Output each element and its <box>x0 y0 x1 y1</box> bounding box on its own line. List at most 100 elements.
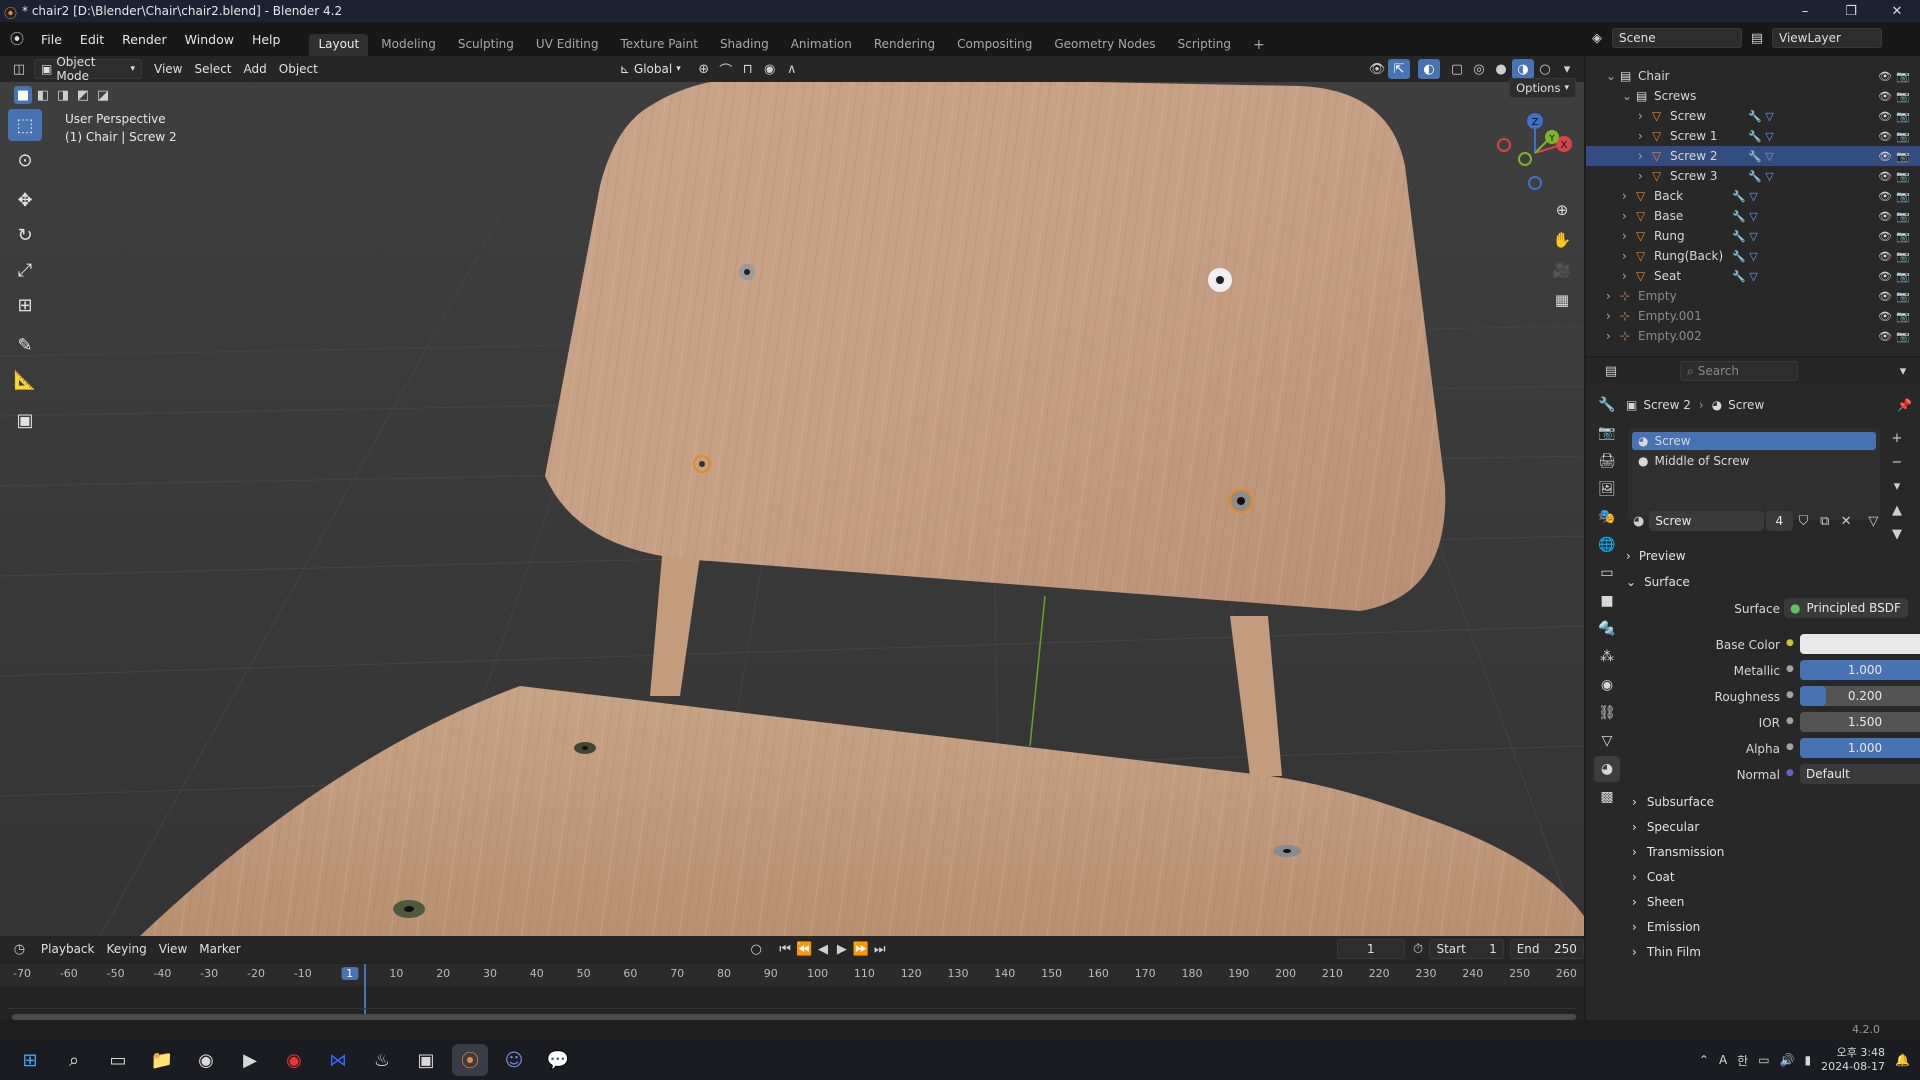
add-slot-icon[interactable]: + <box>1886 428 1908 448</box>
windows-start-icon[interactable]: ⊞ <box>12 1044 48 1076</box>
render-camera-icon[interactable]: 📷 <box>1896 210 1910 223</box>
tab-geometry-nodes[interactable]: Geometry Nodes <box>1045 34 1164 56</box>
render-camera-icon[interactable]: 📷 <box>1896 90 1910 103</box>
jump-start-icon[interactable]: ⏮ <box>776 939 795 959</box>
render-camera-icon[interactable]: 📷 <box>1896 290 1910 303</box>
app-icon[interactable]: ⋈ <box>320 1044 356 1076</box>
falloff-icon[interactable]: ∧ <box>781 59 803 79</box>
tab-modeling[interactable]: Modeling <box>372 34 445 56</box>
outliner-row-label[interactable]: Chair <box>1638 69 1670 83</box>
visibility-eye-icon[interactable]: 👁 <box>1878 190 1892 203</box>
render-tab-icon[interactable]: 📷 <box>1594 420 1620 446</box>
visibility-eye-icon[interactable]: 👁 <box>1878 270 1892 283</box>
duplicate-material-icon[interactable]: ⧉ <box>1814 511 1835 531</box>
maximize-button[interactable]: ❐ <box>1828 0 1874 22</box>
tab-texture-paint[interactable]: Texture Paint <box>612 34 707 56</box>
slot-menu-icon[interactable]: ▾ <box>1886 476 1908 496</box>
surface-shader-field[interactable]: ● Principled BSDF <box>1784 598 1908 618</box>
subpanel-sheen[interactable]: › Sheen <box>1632 890 1920 914</box>
outliner-row[interactable]: 🔧 ▽ › ▽ Screw 1 👁 📷 <box>1586 126 1920 146</box>
subpanel-subsurface[interactable]: › Subsurface <box>1632 790 1920 814</box>
modifier-icon[interactable]: 🔧 ▽ <box>1748 150 1774 163</box>
render-camera-icon[interactable]: 📷 <box>1896 310 1910 323</box>
subpanel-transmission[interactable]: › Transmission <box>1632 840 1920 864</box>
menu-window[interactable]: Window <box>176 32 243 47</box>
render-camera-icon[interactable]: 📷 <box>1896 150 1910 163</box>
material-slot-screw[interactable]: ◕ Screw <box>1632 432 1876 450</box>
blender-taskbar-icon[interactable]: ⦿ <box>452 1044 488 1076</box>
outliner-row[interactable]: 🔧 ▽ › ▽ Screw 2 👁 📷 <box>1586 146 1920 166</box>
volume-icon[interactable]: 🔊 <box>1780 1053 1795 1067</box>
play-reverse-icon[interactable]: ◀ <box>814 939 833 959</box>
visibility-eye-icon[interactable]: 👁 <box>1878 90 1892 103</box>
chevron-right-icon[interactable]: › <box>1622 249 1627 263</box>
tab-animation[interactable]: Animation <box>782 34 861 56</box>
visibility-eye-icon[interactable]: 👁 <box>1878 70 1892 83</box>
render-camera-icon[interactable]: 📷 <box>1896 170 1910 183</box>
subpanel-thin-film[interactable]: › Thin Film <box>1632 940 1920 964</box>
chevron-right-icon[interactable]: › <box>1622 189 1627 203</box>
jump-end-icon[interactable]: ⏭ <box>870 939 889 959</box>
add-workspace-icon[interactable]: + <box>1244 34 1274 56</box>
material-users-field[interactable]: 4 <box>1765 511 1793 531</box>
network-icon[interactable]: ▭ <box>1758 1053 1769 1067</box>
input-field[interactable]: 1.000 <box>1800 660 1920 680</box>
outliner-row-label[interactable]: Screw 1 <box>1670 129 1718 143</box>
options-button[interactable]: Options ▾ <box>1509 78 1576 98</box>
tab-compositing[interactable]: Compositing <box>948 34 1041 56</box>
blender-menu-icon[interactable]: ⦿ <box>10 29 24 49</box>
outliner-row[interactable]: ⌄ ▤ Chair 👁 📷 <box>1586 66 1920 86</box>
menu-help[interactable]: Help <box>243 32 290 47</box>
wireframe-shading-icon[interactable]: ◎ <box>1468 59 1490 79</box>
camera-view-icon[interactable]: 🎥 <box>1548 256 1576 284</box>
tab-scripting[interactable]: Scripting <box>1169 34 1240 56</box>
menu-add[interactable]: Add <box>238 59 273 79</box>
chevron-right-icon[interactable]: › <box>1606 329 1611 343</box>
cursor-tool-icon[interactable]: ⊙ <box>8 144 42 176</box>
input-field[interactable]: Default <box>1800 764 1920 784</box>
pin-icon[interactable]: 📌 <box>1897 398 1912 412</box>
input-field[interactable] <box>1800 634 1920 654</box>
tray-chevron-icon[interactable]: ⌃ <box>1699 1053 1709 1067</box>
input-field[interactable]: 1.500 <box>1800 712 1920 732</box>
youtube-music-icon[interactable]: ◉ <box>276 1044 312 1076</box>
properties-search[interactable]: ⌕ Search <box>1680 361 1798 381</box>
outliner-row[interactable]: 🔧 ▽ › ▽ Seat 👁 📷 <box>1586 266 1920 286</box>
render-camera-icon[interactable]: 📷 <box>1896 110 1910 123</box>
render-camera-icon[interactable]: 📷 <box>1896 230 1910 243</box>
close-button[interactable]: ✕ <box>1874 0 1920 22</box>
shading-options-icon[interactable]: ▾ <box>1556 59 1578 79</box>
annotate-tool-icon[interactable]: ✎ <box>8 329 42 361</box>
file-explorer-icon[interactable]: 📁 <box>144 1044 180 1076</box>
visibility-eye-icon[interactable]: 👁 <box>1878 210 1892 223</box>
menu-edit[interactable]: Edit <box>71 32 113 47</box>
measure-tool-icon[interactable]: 📐 <box>8 364 42 396</box>
material-shading-icon[interactable]: ◑ <box>1512 59 1534 79</box>
subpanel-coat[interactable]: › Coat <box>1632 865 1920 889</box>
chevron-right-icon[interactable]: › <box>1606 289 1611 303</box>
tab-uv-editing[interactable]: UV Editing <box>527 34 608 56</box>
modifier-icon[interactable]: 🔧 ▽ <box>1732 230 1758 243</box>
modifier-icon[interactable]: 🔧 ▽ <box>1748 170 1774 183</box>
outliner-row-label[interactable]: Screws <box>1654 89 1696 103</box>
ime-mode[interactable]: A <box>1719 1053 1727 1067</box>
panel-surface[interactable]: ⌄ Surface <box>1626 570 1920 594</box>
properties-editor-icon[interactable]: ▤ <box>1600 361 1622 381</box>
chevron-right-icon[interactable]: › <box>1638 109 1643 123</box>
pan-hand-icon[interactable]: ✋ <box>1548 226 1576 254</box>
proportional-edit-icon[interactable]: ◉ <box>759 59 781 79</box>
input-socket-icon[interactable]: ● <box>1786 716 1794 726</box>
prev-keyframe-icon[interactable]: ⏪ <box>795 939 814 959</box>
chevron-right-icon[interactable]: › <box>1638 129 1643 143</box>
steam-icon[interactable]: ♨ <box>364 1044 400 1076</box>
render-camera-icon[interactable]: 📷 <box>1896 270 1910 283</box>
render-camera-icon[interactable]: 📷 <box>1896 250 1910 263</box>
select-box-tool-icon[interactable]: ⬚ <box>8 109 42 141</box>
chevron-right-icon[interactable]: › <box>1622 229 1627 243</box>
outliner-row[interactable]: › ⊹ Empty 👁 📷 <box>1586 286 1920 306</box>
menu-file[interactable]: File <box>32 32 71 47</box>
tab-layout[interactable]: Layout <box>309 34 369 56</box>
fake-user-icon[interactable]: ⛉ <box>1793 511 1814 531</box>
menu-marker[interactable]: Marker <box>193 939 246 959</box>
select-extend-icon[interactable]: ◧ <box>34 86 52 104</box>
